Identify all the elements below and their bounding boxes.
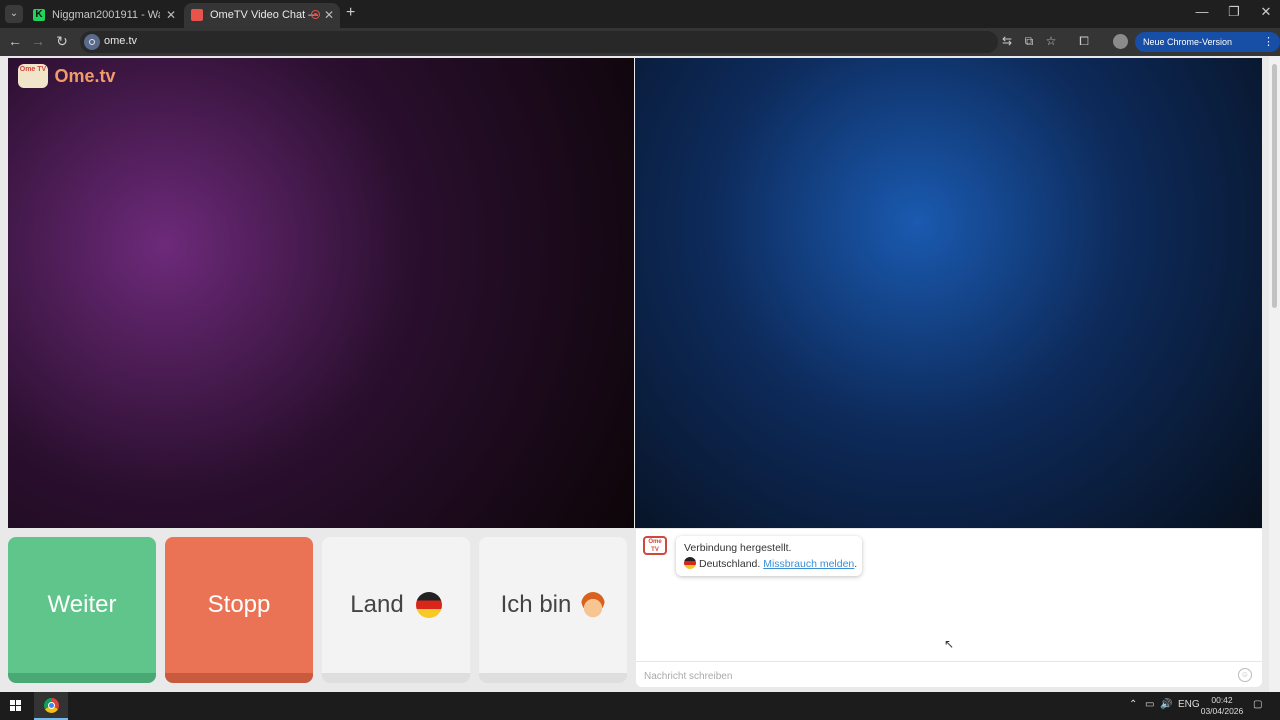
chrome-icon bbox=[44, 698, 59, 713]
gender-label: Ich bin bbox=[500, 591, 572, 618]
germany-flag-icon bbox=[684, 557, 696, 569]
restore-button[interactable]: ❐ bbox=[1219, 4, 1249, 20]
tab-niggman[interactable]: K Niggman2001911 - Watch the ✕ bbox=[26, 3, 182, 28]
network-icon[interactable]: ▭ bbox=[1145, 699, 1154, 710]
next-button[interactable]: Weiter bbox=[8, 537, 156, 683]
new-tab-button[interactable]: + bbox=[346, 4, 355, 22]
tab-ometv[interactable]: OmeTV Video Chat — Ome ✕ bbox=[184, 3, 340, 28]
close-window-button[interactable]: ✕ bbox=[1251, 4, 1280, 20]
address-bar[interactable]: ome.tv bbox=[80, 31, 998, 53]
local-video: Ome TV Ome.tv bbox=[8, 58, 634, 528]
system-clock[interactable]: 00:42 03/04/2026 bbox=[1200, 695, 1244, 717]
gender-button[interactable]: Ich bin bbox=[479, 537, 627, 683]
close-tab-icon[interactable]: ✕ bbox=[166, 3, 176, 28]
menu-dots-icon: ⋮ bbox=[1263, 36, 1274, 48]
translate-icon[interactable]: ⇆ bbox=[998, 34, 1016, 48]
stop-button[interactable]: Stopp bbox=[165, 537, 313, 683]
scrollbar-thumb[interactable] bbox=[1272, 64, 1277, 308]
stop-label: Stopp bbox=[207, 591, 271, 618]
tab-label: Niggman2001911 - Watch the bbox=[52, 9, 160, 21]
chat-panel: Ome TV Verbindung hergestellt. Deutschla… bbox=[636, 529, 1262, 687]
ometv-logo: Ome TV Ome.tv bbox=[18, 64, 115, 88]
report-suffix: . bbox=[854, 558, 858, 570]
system-message: Verbindung hergestellt. Deutschland. Mis… bbox=[676, 536, 862, 576]
extensions-icon[interactable]: ⧠ bbox=[1075, 34, 1093, 49]
bookmark-star-icon[interactable]: ☆ bbox=[1042, 34, 1060, 48]
chrome-taskbar-button[interactable] bbox=[34, 692, 68, 720]
url-text: ome.tv bbox=[104, 35, 138, 47]
emoji-icon[interactable]: ☺ bbox=[1238, 668, 1252, 682]
language-indicator[interactable]: ENG bbox=[1178, 699, 1200, 710]
recording-indicator-icon bbox=[311, 10, 320, 19]
country-label: Land bbox=[350, 591, 404, 618]
message-input[interactable] bbox=[642, 666, 1226, 686]
germany-flag-icon bbox=[415, 592, 442, 618]
logo-text: Ome.tv bbox=[54, 65, 116, 86]
clock-time: 00:42 bbox=[1211, 695, 1233, 705]
country-button[interactable]: Land bbox=[322, 537, 470, 683]
browser-toolbar: ← → ↻ ome.tv ⇆ ⧉ ☆ ⧠ Neue Chrome-Version… bbox=[0, 28, 1280, 67]
logo-badge: Ome TV bbox=[18, 64, 48, 88]
tab-search-button[interactable]: ⌄ bbox=[5, 5, 23, 23]
partner-country-line: Deutschland. Missbrauch melden. bbox=[684, 557, 857, 570]
notifications-icon[interactable]: ▢ bbox=[1253, 699, 1262, 710]
tab-label: OmeTV Video Chat — Ome bbox=[210, 9, 318, 21]
install-app-icon[interactable]: ⧉ bbox=[1020, 34, 1038, 49]
message-composer: ☺ bbox=[636, 661, 1262, 688]
boy-emoji-icon bbox=[581, 592, 606, 618]
forward-button[interactable]: → bbox=[29, 33, 47, 49]
clock-date: 03/04/2026 bbox=[1200, 706, 1244, 716]
reload-button[interactable]: ↻ bbox=[53, 33, 71, 50]
page-scrollbar[interactable] bbox=[1269, 56, 1280, 692]
windows-start-icon[interactable] bbox=[10, 700, 22, 712]
ometv-page: Ome TV Ome.tv Weiter Stopp Land Ich bin … bbox=[0, 56, 1269, 692]
taskbar: ⌃ ▭ 🔊 ENG 00:42 03/04/2026 ▢ bbox=[0, 692, 1280, 720]
chrome-update-button[interactable]: Neue Chrome-Version verfügbar ⋮ bbox=[1135, 32, 1280, 67]
connection-status: Verbindung hergestellt. bbox=[684, 542, 792, 554]
stranger-video bbox=[635, 58, 1262, 528]
kick-favicon-icon: K bbox=[33, 9, 45, 21]
tray-overflow-icon[interactable]: ⌃ bbox=[1129, 699, 1137, 710]
site-info-icon[interactable] bbox=[84, 34, 100, 50]
next-label: Weiter bbox=[47, 591, 117, 618]
minimize-button[interactable]: — bbox=[1187, 4, 1217, 19]
tab-strip: ⌄ K Niggman2001911 - Watch the ✕ OmeTV V… bbox=[0, 0, 1280, 28]
back-button[interactable]: ← bbox=[6, 33, 24, 49]
close-tab-icon[interactable]: ✕ bbox=[324, 3, 334, 28]
mouse-cursor-icon: ↖ bbox=[944, 637, 955, 651]
volume-icon[interactable]: 🔊 bbox=[1160, 699, 1172, 710]
partner-country: Deutschland. bbox=[699, 558, 761, 570]
ometv-favicon-icon bbox=[191, 9, 203, 21]
profile-avatar[interactable] bbox=[1113, 34, 1128, 49]
report-abuse-link[interactable]: Missbrauch melden bbox=[763, 558, 854, 570]
ometv-chat-avatar: Ome TV bbox=[643, 536, 667, 555]
